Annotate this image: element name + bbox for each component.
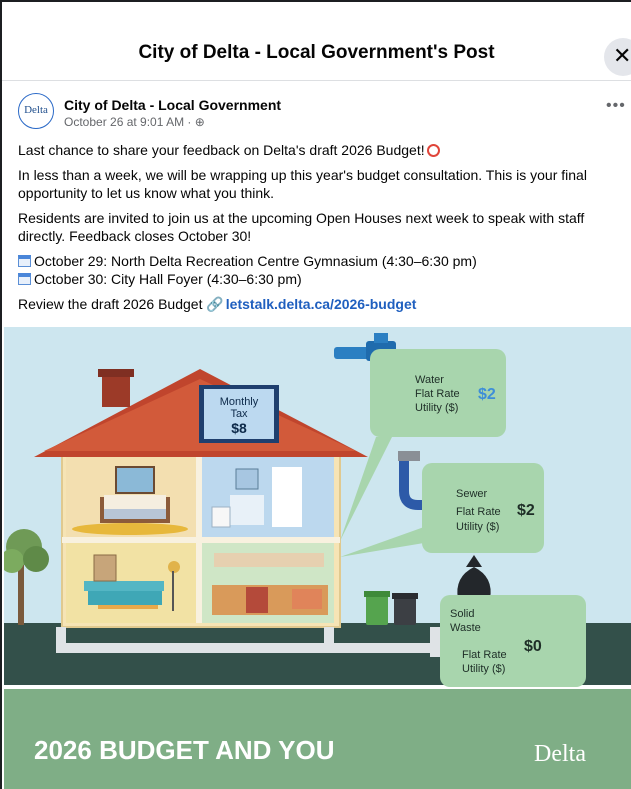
post-header: Delta City of Delta - Local Government O… [18, 93, 625, 133]
event-text: October 29: North Delta Recreation Centr… [34, 253, 477, 269]
event-item: October 30: City Hall Foyer (4:30–6:30 p… [18, 270, 618, 288]
monthly-tax-label: Tax [230, 408, 248, 420]
post-paragraph: In less than a week, we will be wrapping… [18, 167, 587, 201]
water-label: Flat Rate [415, 388, 460, 400]
budget-link[interactable]: letstalk.delta.ca/2026-budget [226, 296, 417, 312]
monthly-tax-label: Monthly [220, 396, 259, 408]
avatar[interactable]: Delta [18, 93, 54, 129]
post-author[interactable]: City of Delta - Local Government [64, 97, 281, 113]
more-options-button[interactable]: ••• [606, 97, 626, 115]
modal-title: City of Delta - Local Government's Post [138, 42, 495, 63]
globe-icon: ⊕ [194, 115, 205, 129]
avatar-logo: Delta [24, 104, 48, 116]
banner-title: 2026 BUDGET AND YOU [34, 735, 335, 765]
water-label: Utility ($) [415, 402, 458, 414]
sewer-value: $2 [517, 502, 535, 519]
waste-callout: Solid Waste Flat Rate Utility ($) $0 [440, 595, 586, 687]
water-value: $2 [478, 386, 496, 403]
calendar-icon [18, 255, 31, 267]
post-text: Last chance to share your feedback on De… [18, 142, 425, 158]
waste-label: Solid [450, 608, 474, 620]
modal-header: City of Delta - Local Government's Post … [2, 2, 631, 81]
budget-infographic[interactable]: Monthly Tax $8 Water Flat Rate Utility (… [4, 327, 631, 789]
link-icon: 🔗 [206, 296, 224, 312]
event-text: October 30: City Hall Foyer (4:30–6:30 p… [34, 271, 302, 287]
review-line: Review the draft 2026 Budget 🔗 letstalk.d… [18, 295, 618, 313]
waste-label: Utility ($) [462, 663, 505, 675]
post-paragraph: Residents are invited to join us at the … [18, 210, 585, 244]
alarm-clock-icon [426, 144, 440, 157]
post-body: Last chance to share your feedback on De… [18, 141, 618, 320]
waste-label: Waste [450, 622, 481, 634]
review-text: Review the draft 2026 Budget [18, 296, 207, 312]
post-paragraph: Last chance to share your feedback on De… [18, 141, 618, 159]
event-item: October 29: North Delta Recreation Centr… [18, 252, 618, 270]
post-modal: City of Delta - Local Government's Post … [0, 0, 631, 789]
sewer-label: Utility ($) [456, 521, 499, 533]
water-label: Water [415, 374, 444, 386]
waste-value: $0 [524, 638, 542, 655]
monthly-tax-sign: Monthly Tax $8 [199, 385, 279, 443]
house-illustration [61, 451, 341, 628]
sewer-label: Sewer [456, 488, 488, 500]
post-timestamp[interactable]: October 26 at 9:01 AM · [64, 115, 195, 129]
calendar-icon [18, 273, 31, 285]
sewer-label: Flat Rate [456, 506, 501, 518]
monthly-tax-value: $8 [231, 420, 247, 436]
close-icon: ✕ [613, 43, 631, 68]
post-meta: October 26 at 9:01 AM · ⊕ [64, 115, 205, 129]
event-list: October 29: North Delta Recreation Centr… [18, 252, 618, 288]
waste-label: Flat Rate [462, 649, 507, 661]
close-button[interactable]: ✕ [604, 38, 631, 76]
delta-logo: Delta [534, 741, 586, 767]
